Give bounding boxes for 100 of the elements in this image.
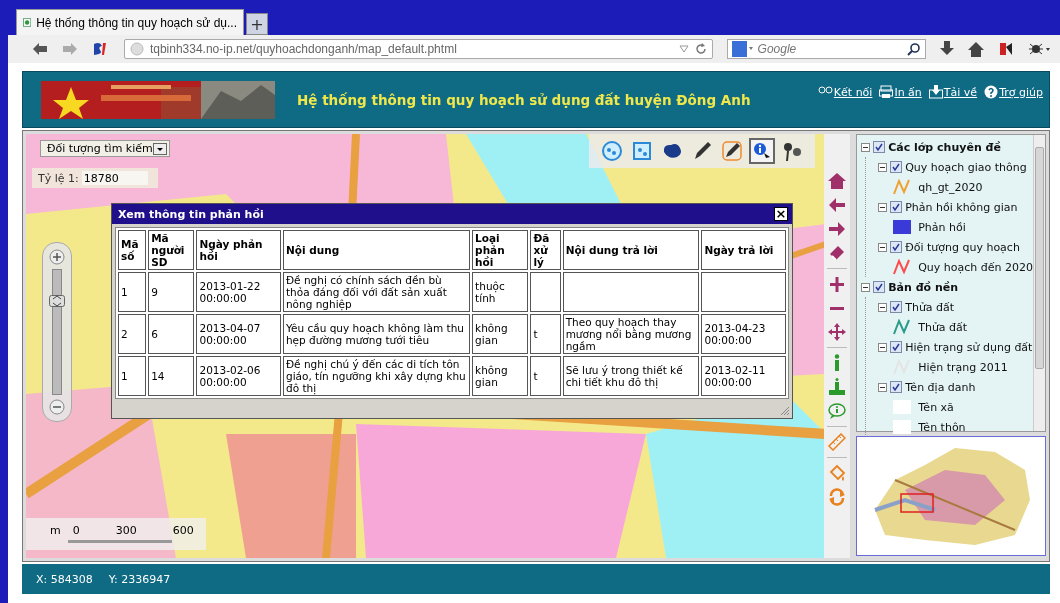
printer-icon <box>879 85 894 99</box>
header-link[interactable]: In ấn <box>894 85 922 99</box>
back-icon[interactable] <box>32 42 48 56</box>
column-header: Mã số <box>118 230 147 270</box>
coordinate-x: X: 584308 <box>36 572 93 586</box>
layer-label[interactable]: Tên địa danh <box>905 380 976 394</box>
collapse-icon[interactable] <box>878 342 888 352</box>
tool-button[interactable] <box>719 138 745 164</box>
column-header: Nội dung trả lời <box>562 230 700 270</box>
layer-label[interactable]: Quy hoạch giao thông <box>905 160 1027 174</box>
table-cell: Sẽ lưu ý trong thiết kế chi tiết khu đô thị <box>562 356 700 396</box>
table-cell: t <box>530 356 561 396</box>
help-icon <box>984 85 999 99</box>
search-icon <box>907 42 922 56</box>
bug-icon[interactable] <box>1028 41 1050 57</box>
header-link[interactable]: Kết nối <box>833 85 873 99</box>
collapse-icon[interactable] <box>878 202 888 212</box>
legend-label: Hiện trạng 2011 <box>918 360 1008 374</box>
pin-icon <box>781 140 803 162</box>
address-bar[interactable]: tqbinh334.no-ip.net/quyhoachdonganh/map_default.phtml <box>123 39 713 59</box>
tool-button[interactable] <box>749 138 775 164</box>
checkbox[interactable] <box>890 201 903 213</box>
legend-label: Tên thôn <box>918 420 966 434</box>
collapse-icon[interactable] <box>878 382 888 392</box>
collapse-icon[interactable] <box>861 282 871 292</box>
pan-icon[interactable] <box>828 323 847 341</box>
table-cell: 2013-04-23 00:00:00 <box>701 314 786 354</box>
new-tab-button[interactable]: + <box>246 13 268 35</box>
scale-label: Tỷ lệ 1: <box>38 171 79 185</box>
site-title: Hệ thống thông tin quy hoạch sử dụng đất huyện Đông Anh <box>297 91 752 108</box>
table-cell <box>530 272 561 312</box>
collapse-icon[interactable] <box>878 302 888 312</box>
download-icon <box>928 85 943 99</box>
download-icon[interactable] <box>940 41 955 57</box>
layer-label[interactable]: Thửa đất <box>905 300 955 314</box>
table-cell: 2 <box>118 314 147 354</box>
table-cell: 2013-04-07 00:00:00 <box>196 314 281 354</box>
legend-label: qh_gt_2020 <box>918 180 983 194</box>
home-icon[interactable] <box>968 41 985 57</box>
scale-label: 600 <box>172 524 194 537</box>
info-bubble-icon[interactable] <box>828 402 847 420</box>
browser-tab[interactable]: Hệ thống thông tin quy hoạch sử dụ... <box>16 9 244 35</box>
legend-label: Phản hồi <box>918 220 966 234</box>
checkbox[interactable] <box>890 241 903 253</box>
checkbox[interactable] <box>873 141 886 153</box>
checkbox[interactable] <box>890 161 903 173</box>
globe-icon <box>129 42 144 56</box>
info-layer-icon[interactable] <box>828 378 847 396</box>
layer-label[interactable]: Phản hồi không gian <box>905 200 1018 214</box>
column-header: Mã người SD <box>148 230 195 270</box>
forward-arrow-icon[interactable] <box>828 220 847 238</box>
collapse-icon[interactable] <box>878 162 888 172</box>
checkbox[interactable] <box>890 341 903 353</box>
table-cell: 1 <box>118 272 147 312</box>
dropdown-icon <box>678 45 689 53</box>
layer-label[interactable]: Đối tượng quy hoạch <box>905 240 1020 254</box>
table-cell: t <box>530 314 561 354</box>
search-dropdown[interactable]: Đối tượng tìm kiếm <box>40 140 170 157</box>
legend-label: Tên xã <box>918 400 954 414</box>
scale-label: 0 <box>72 524 80 537</box>
table-cell: Theo quy hoạch thay mương nổi bằng mương ngầm <box>562 314 700 354</box>
header-link[interactable]: Tải về <box>943 85 978 99</box>
scrollbar[interactable] <box>1033 135 1045 431</box>
layer-group-label[interactable]: Các lớp chuyên đề <box>888 140 1001 154</box>
header-link[interactable]: Trợ giúp <box>999 85 1043 99</box>
back-arrow-icon[interactable] <box>828 196 847 214</box>
zoom-in-icon[interactable] <box>49 249 65 265</box>
legend-label: Quy hoạch đến 2020 <box>918 260 1033 274</box>
table-cell: 2013-02-06 00:00:00 <box>196 356 281 396</box>
collapse-icon[interactable] <box>861 142 871 152</box>
search-bar[interactable]: Google <box>726 39 927 59</box>
scale-field[interactable]: 18780 <box>81 171 148 185</box>
table-cell: 1 <box>118 356 147 396</box>
column-header: Đã xử lý <box>530 230 561 270</box>
zoom-out-icon[interactable] <box>49 399 65 415</box>
zoom-in-icon[interactable] <box>828 275 847 293</box>
table-cell: 6 <box>148 314 195 354</box>
scale-label: 300 <box>115 524 137 537</box>
dialog-title: Xem thông tin phản hồi <box>118 207 264 221</box>
checkbox[interactable] <box>873 281 886 293</box>
table-cell: thuộc tính <box>472 272 529 312</box>
site-icon <box>23 16 32 29</box>
slider-handle[interactable] <box>49 295 65 307</box>
table-cell: 2013-02-11 00:00:00 <box>701 356 786 396</box>
table-cell: Yêu cầu quy hoạch không làm thu hẹp đường mương tưới tiêu <box>282 314 471 354</box>
close-button[interactable]: × <box>774 207 788 221</box>
table-cell: không gian <box>472 356 529 396</box>
column-header: Ngày phản hồi <box>196 230 281 270</box>
checkbox[interactable] <box>890 381 903 393</box>
layer-group-label[interactable]: Bản đồ nền <box>888 280 959 294</box>
resize-grip-icon[interactable] <box>780 406 790 416</box>
table-cell: Đề nghị chú ý đến các di tích tôn giáo, tín ngưỡng khi xây dựng khu đô thị <box>282 356 471 396</box>
addon-icon[interactable] <box>998 41 1015 57</box>
home-icon[interactable] <box>828 172 847 190</box>
collapse-icon[interactable] <box>878 242 888 252</box>
scale-label: m <box>50 524 61 537</box>
circle-tool-icon <box>601 140 623 162</box>
layer-label[interactable]: Hiện trạng sử dụng đất <box>905 340 1033 354</box>
checkbox[interactable] <box>890 301 903 313</box>
table-cell: 9 <box>148 272 195 312</box>
